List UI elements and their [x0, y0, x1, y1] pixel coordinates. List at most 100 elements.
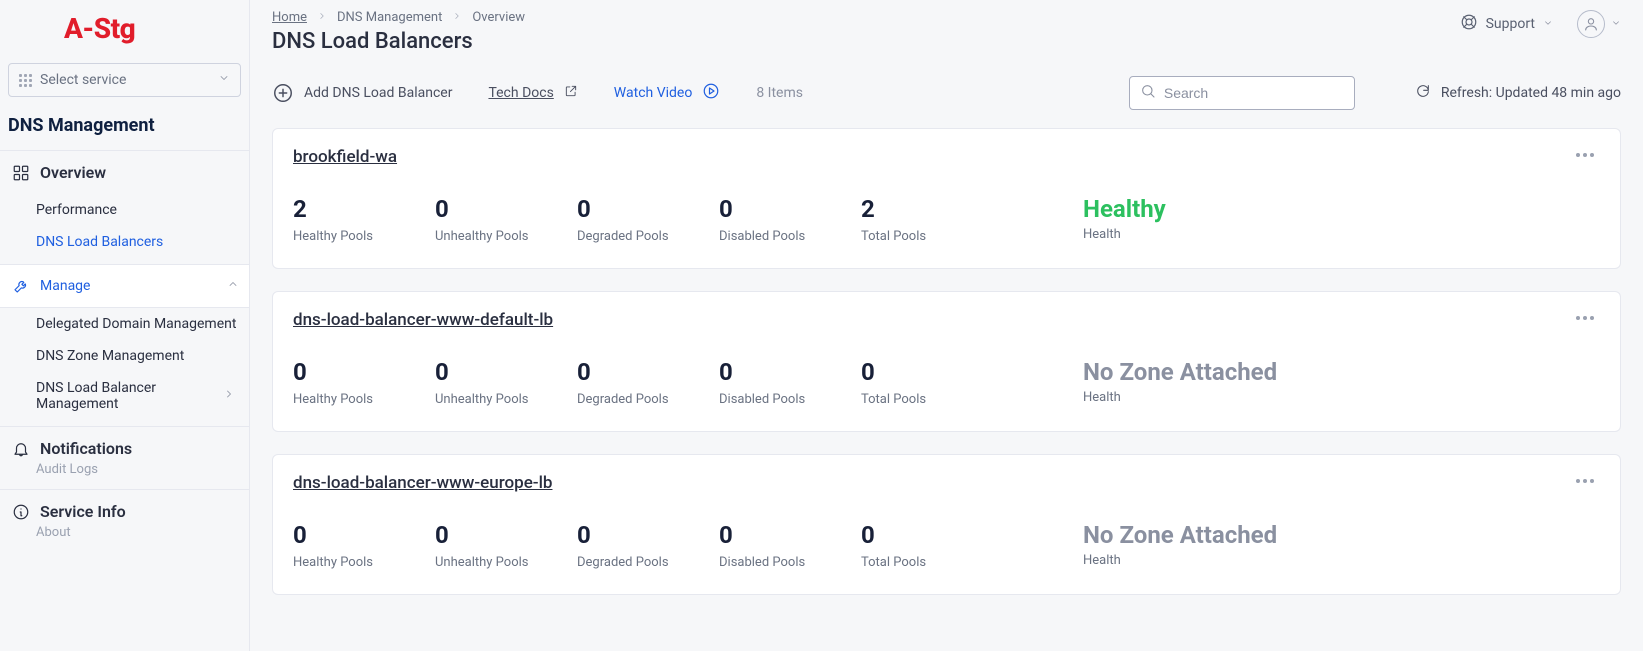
more-actions-button[interactable] [1570, 473, 1600, 489]
wrench-icon [12, 277, 30, 295]
health-label: Health [1083, 390, 1277, 405]
metric-label: Unhealthy Pools [435, 392, 577, 407]
sidebar-item-dns-zone[interactable]: DNS Zone Management [0, 340, 249, 372]
sidebar-delegated-label: Delegated Domain Management [36, 316, 236, 332]
metric-value: 0 [577, 358, 719, 386]
health-status: No Zone Attached Health [1083, 521, 1277, 568]
sidebar-manage-label: Manage [40, 278, 90, 294]
page-header: Home DNS Management Overview DNS Load Ba… [250, 0, 1643, 62]
metric-healthy-pools: 0 Healthy Pools [293, 521, 435, 570]
logo-wrap: A-Stg [0, 0, 249, 53]
sidebar-dnszone-label: DNS Zone Management [36, 348, 184, 364]
search-input[interactable] [1164, 85, 1345, 101]
more-actions-button[interactable] [1570, 310, 1600, 326]
health-value: Healthy [1083, 195, 1166, 223]
metric-label: Degraded Pools [577, 555, 719, 570]
sidebar-item-manage[interactable]: Manage [0, 264, 249, 308]
toolbar: Add DNS Load Balancer Tech Docs Watch Vi… [250, 62, 1643, 128]
sidebar-notifications-label: Notifications [40, 439, 132, 458]
support-label: Support [1486, 16, 1535, 32]
refresh-button[interactable]: Refresh: Updated 48 min ago [1415, 83, 1621, 103]
health-value: No Zone Attached [1083, 358, 1277, 386]
watch-video-link[interactable]: Watch Video [614, 82, 721, 104]
chevron-right-icon [317, 10, 327, 25]
sidebar-section-title: DNS Management [0, 111, 249, 151]
lb-card: dns-load-balancer-www-default-lb 0 Healt… [272, 291, 1621, 432]
chevron-down-icon [1543, 16, 1553, 32]
service-selector[interactable]: Select service [8, 63, 241, 97]
metric-healthy-pools: 2 Healthy Pools [293, 195, 435, 244]
breadcrumb: Home DNS Management Overview [272, 10, 525, 25]
metric-value: 2 [861, 195, 1003, 223]
metric-value: 0 [719, 358, 861, 386]
add-dns-lb-label: Add DNS Load Balancer [304, 85, 452, 101]
user-menu[interactable] [1577, 10, 1621, 38]
health-value: No Zone Attached [1083, 521, 1277, 549]
metric-value: 0 [861, 358, 1003, 386]
lb-card-title[interactable]: dns-load-balancer-www-europe-lb [293, 473, 552, 493]
metric-value: 0 [293, 358, 435, 386]
metric-unhealthy-pools: 0 Unhealthy Pools [435, 358, 577, 407]
header-left: Home DNS Management Overview DNS Load Ba… [272, 10, 525, 54]
metric-degraded-pools: 0 Degraded Pools [577, 521, 719, 570]
tech-docs-label: Tech Docs [488, 85, 553, 101]
metric-label: Degraded Pools [577, 229, 719, 244]
sidebar-notifications-sub[interactable]: Audit Logs [0, 462, 249, 489]
add-icon [272, 82, 294, 104]
sidebar-item-dns-lb-management[interactable]: DNS Load Balancer Management [0, 372, 249, 420]
metric-label: Disabled Pools [719, 229, 861, 244]
more-actions-button[interactable] [1570, 147, 1600, 163]
logo: A-Stg [64, 12, 135, 45]
lb-card-title[interactable]: brookfield-wa [293, 147, 397, 167]
chevron-down-icon [218, 72, 230, 88]
add-dns-lb-button[interactable]: Add DNS Load Balancer [272, 82, 452, 104]
breadcrumb-dns-mgmt[interactable]: DNS Management [337, 10, 442, 25]
item-count: 8 Items [756, 85, 803, 101]
metric-label: Unhealthy Pools [435, 229, 577, 244]
breadcrumb-home[interactable]: Home [272, 10, 307, 25]
main: Home DNS Management Overview DNS Load Ba… [250, 0, 1643, 651]
metric-unhealthy-pools: 0 Unhealthy Pools [435, 521, 577, 570]
tech-docs-link[interactable]: Tech Docs [488, 84, 577, 102]
breadcrumb-overview: Overview [472, 10, 525, 25]
sidebar-item-dns-lb[interactable]: DNS Load Balancers [0, 226, 249, 258]
lb-card-title[interactable]: dns-load-balancer-www-default-lb [293, 310, 553, 330]
support-menu[interactable]: Support [1460, 13, 1553, 35]
sidebar-item-performance[interactable]: Performance [0, 194, 249, 226]
metric-value: 0 [719, 195, 861, 223]
metric-value: 0 [293, 521, 435, 549]
metric-degraded-pools: 0 Degraded Pools [577, 195, 719, 244]
metric-label: Disabled Pools [719, 555, 861, 570]
item-count-label: 8 Items [756, 85, 803, 101]
metric-label: Unhealthy Pools [435, 555, 577, 570]
service-selector-label: Select service [40, 72, 126, 88]
info-icon [12, 503, 30, 521]
sidebar: A-Stg Select service DNS Management Over… [0, 0, 250, 651]
chevron-down-icon [1611, 16, 1621, 32]
metric-total-pools: 0 Total Pools [861, 521, 1003, 570]
metric-value: 0 [435, 521, 577, 549]
sidebar-item-notifications[interactable]: Notifications [0, 427, 249, 462]
health-label: Health [1083, 227, 1166, 242]
sidebar-item-overview[interactable]: Overview [0, 151, 249, 194]
play-circle-icon [702, 82, 720, 104]
metric-healthy-pools: 0 Healthy Pools [293, 358, 435, 407]
search-box[interactable] [1129, 76, 1355, 110]
sidebar-serviceinfo-sub[interactable]: About [0, 525, 249, 552]
bell-icon [12, 440, 30, 458]
metric-label: Degraded Pools [577, 392, 719, 407]
metric-value: 0 [435, 358, 577, 386]
metric-degraded-pools: 0 Degraded Pools [577, 358, 719, 407]
sidebar-performance-label: Performance [36, 202, 117, 218]
refresh-label: Refresh: Updated 48 min ago [1441, 85, 1621, 101]
metric-label: Healthy Pools [293, 229, 435, 244]
chevron-right-icon [223, 388, 235, 404]
chevron-up-icon [227, 278, 239, 294]
refresh-icon [1415, 83, 1431, 103]
sidebar-item-service-info[interactable]: Service Info [0, 490, 249, 525]
health-status: Healthy Health [1083, 195, 1166, 242]
metric-value: 2 [293, 195, 435, 223]
chevron-right-icon [452, 10, 462, 25]
sidebar-item-delegated-domain[interactable]: Delegated Domain Management [0, 308, 249, 340]
sidebar-serviceinfo-label: Service Info [40, 502, 126, 521]
